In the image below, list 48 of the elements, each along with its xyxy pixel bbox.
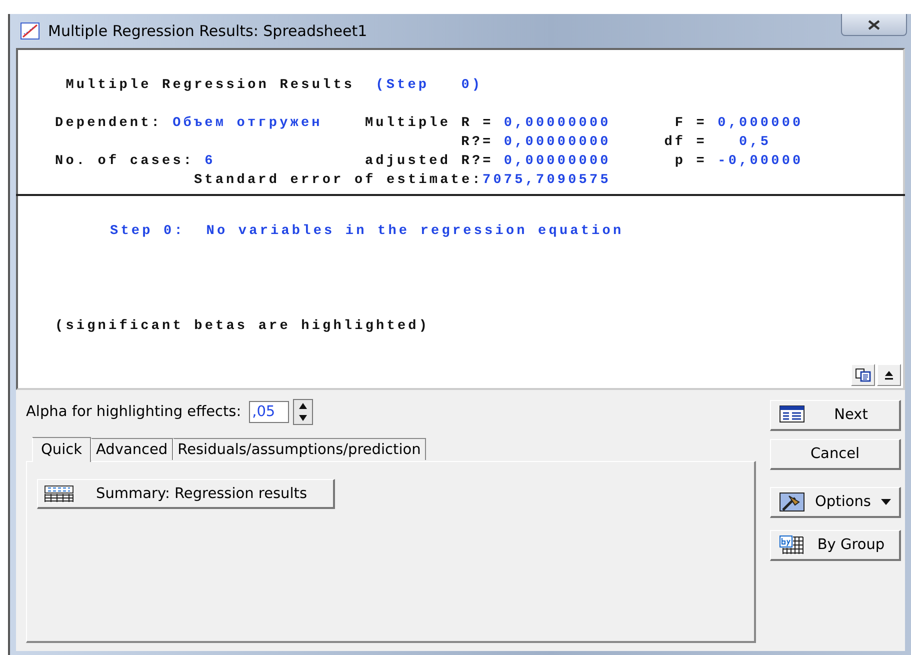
result-value: 0,00000000 — [504, 116, 612, 132]
result-value: 0,00000000 — [504, 154, 612, 170]
result-label: No. of cases: — [55, 154, 196, 170]
result-value: -0,00000 — [718, 154, 804, 170]
dropdown-arrow-icon — [881, 499, 891, 505]
next-button[interactable]: Next — [770, 400, 901, 431]
result-value: 7075,7090575 — [482, 172, 612, 188]
alpha-label: Alpha for highlighting effects: — [26, 404, 242, 420]
step-note: Step 0: No variables in the regression equation — [110, 224, 625, 240]
summary-button[interactable]: Summary: Regression results — [37, 479, 335, 509]
alpha-field[interactable]: ,05 — [249, 401, 290, 423]
footnote-text: (significant betas are highlighted) — [55, 319, 431, 335]
tab[interactable]: Residuals/assumptions/prediction — [172, 438, 426, 460]
chart-icon — [20, 22, 40, 40]
result-value: (Step 0) — [376, 78, 484, 94]
copy-button[interactable] — [851, 364, 875, 386]
result-label: df = — [664, 134, 708, 150]
by-group-button[interactable]: By Group — [770, 530, 901, 561]
down-arrow-icon — [298, 414, 308, 422]
result-value: 0,00000000 — [504, 134, 612, 150]
close-icon — [867, 20, 881, 30]
tab[interactable]: Quick — [32, 437, 92, 462]
tab[interactable]: Advanced — [91, 438, 173, 460]
collapse-button[interactable] — [877, 364, 901, 386]
result-label: Dependent: — [55, 116, 164, 132]
table-icon — [779, 405, 805, 425]
copy-icon — [855, 368, 871, 382]
window-title: Multiple Regression Results: Spreadsheet1 — [48, 22, 368, 40]
result-value: 0,000000 — [718, 116, 804, 132]
result-label: R?= — [461, 134, 494, 150]
table-icon — [44, 484, 74, 502]
up-arrow-icon — [884, 370, 894, 380]
result-value: Объем отгружен — [172, 116, 324, 132]
result-value: 0,5 — [739, 134, 772, 150]
result-label: p = — [674, 154, 708, 170]
result-label: Multiple Regression Results — [66, 78, 356, 94]
cancel-button[interactable]: Cancel — [770, 439, 901, 470]
up-arrow-icon — [298, 402, 308, 410]
result-label: Multiple R = — [364, 116, 494, 132]
result-label: adjusted R?= — [364, 154, 494, 170]
hammer-icon — [779, 492, 805, 512]
spin-control[interactable] — [293, 399, 314, 425]
result-label: Standard error of estimate: — [194, 172, 482, 188]
result-label: F = — [674, 116, 708, 132]
options-button[interactable]: Options — [770, 487, 901, 518]
grid-icon — [779, 535, 805, 555]
close-button[interactable] — [841, 14, 907, 36]
result-value: 6 — [204, 154, 216, 170]
